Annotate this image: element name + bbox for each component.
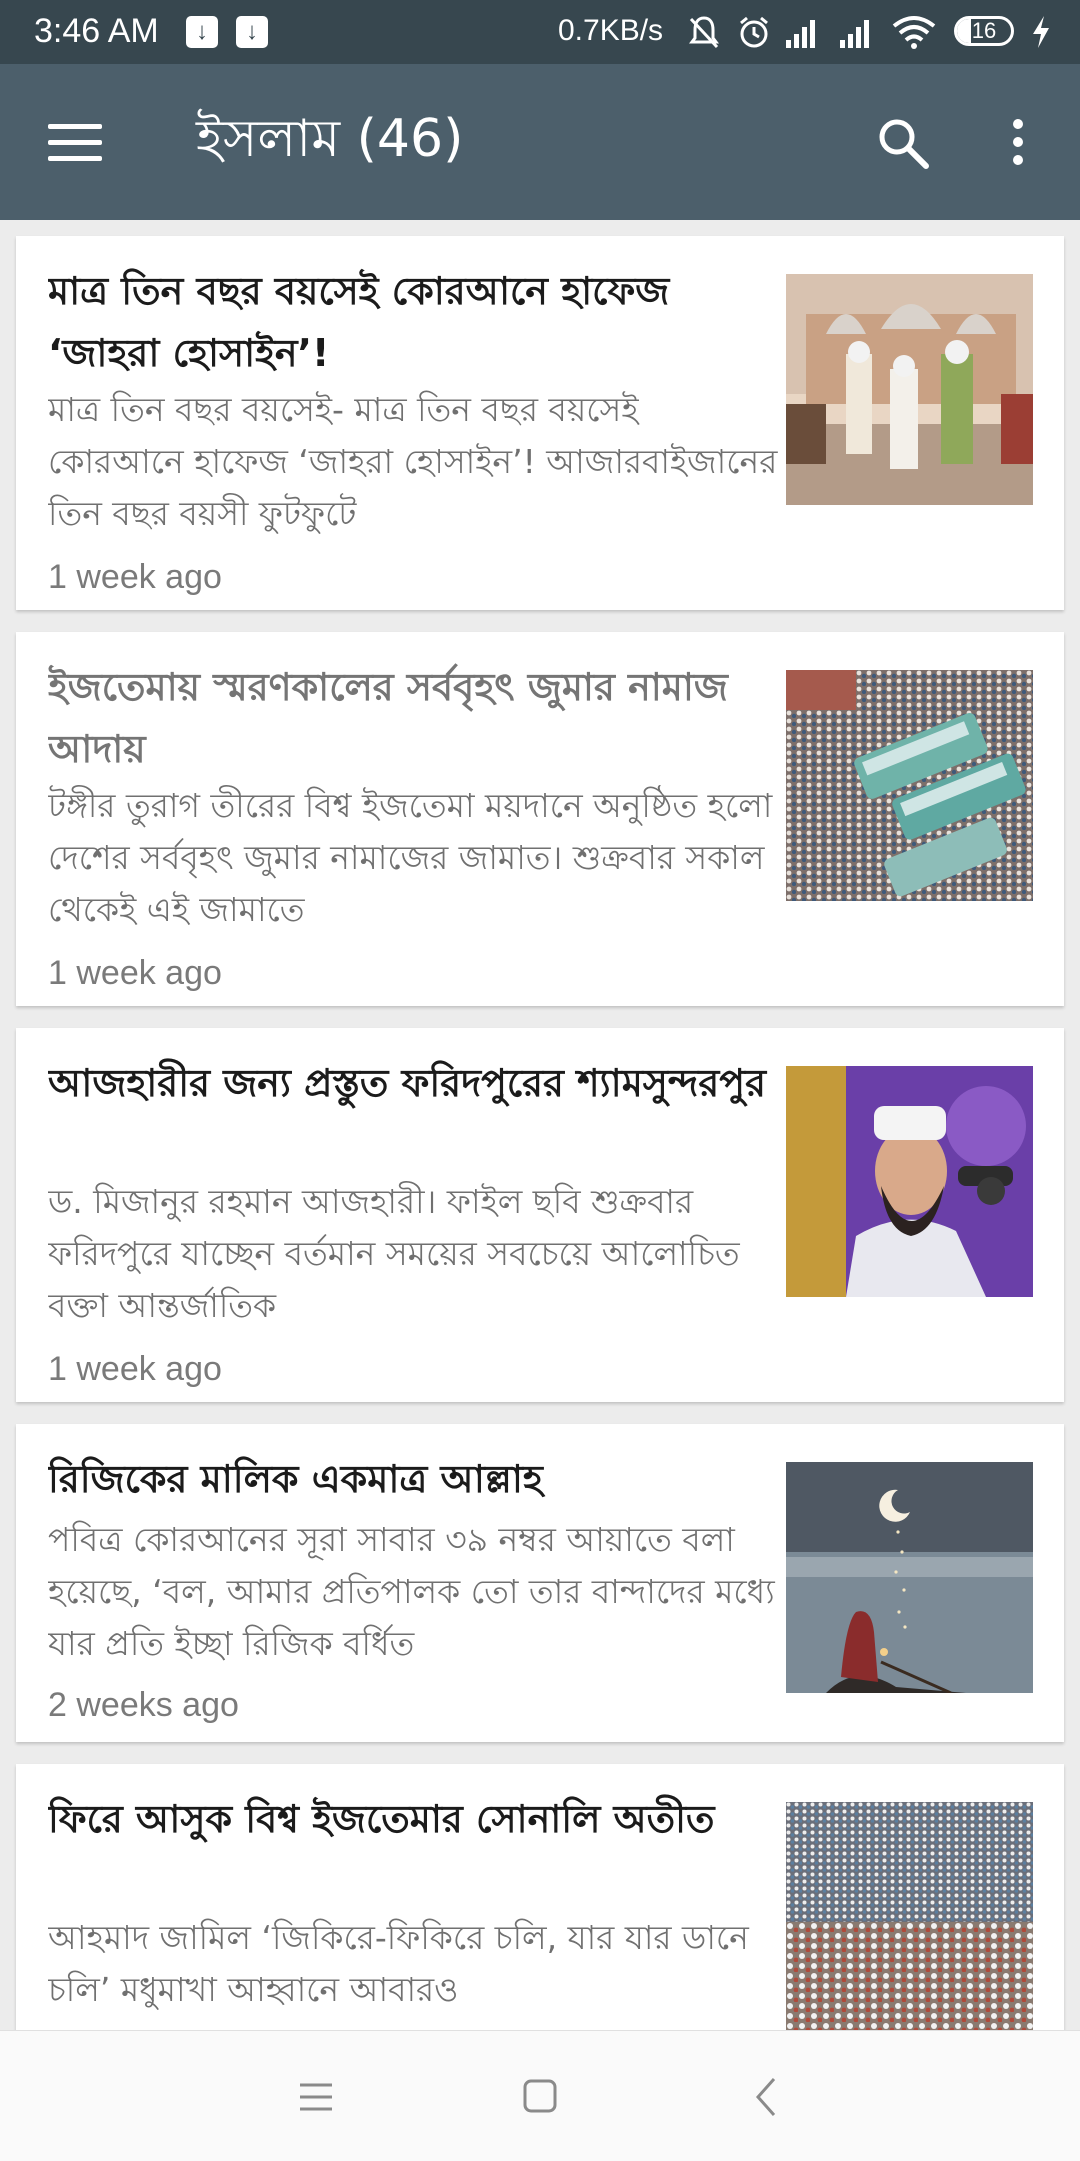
download-icon: ↓ — [186, 16, 218, 48]
alarm-icon — [740, 16, 768, 48]
status-time: 3:46 AM — [34, 12, 159, 50]
article-excerpt: টঙ্গীর তুরাগ তীরের বিশ্ব ইজতেমা ময়দানে … — [48, 786, 773, 929]
home-icon[interactable] — [510, 2069, 570, 2125]
battery-level: 16 — [971, 18, 997, 43]
article-excerpt: আহমাদ জামিল ‘জিকিরে-ফিকিরে চলি, যার যার … — [48, 1918, 749, 2009]
article-thumbnail[interactable] — [786, 1802, 1033, 2030]
article-card[interactable]: ইজতেমায় স্মরণকালের সর্ববৃহৎ জুমার নামাজ… — [16, 632, 1064, 1006]
article-list: মাত্র তিন বছর বয়সেই কোরআনে হাফেজ ‘জাহরা… — [0, 220, 1080, 2030]
menu-icon[interactable] — [48, 116, 104, 168]
article-time: 2 weeks ago — [48, 1686, 239, 1724]
wifi-icon — [892, 16, 936, 49]
more-vert-icon[interactable] — [1000, 112, 1036, 176]
article-excerpt: ড. মিজানুর রহমান আজহারী। ফাইল ছবি শুক্রব… — [48, 1182, 740, 1325]
search-icon[interactable] — [874, 114, 934, 174]
article-excerpt: মাত্র তিন বছর বয়সেই- মাত্র তিন বছর বয়স… — [48, 390, 778, 533]
download-icon: ↓ — [236, 16, 268, 48]
article-card[interactable]: রিজিকের মালিক একমাত্র আল্লাহ পবিত্র কোরআ… — [16, 1424, 1064, 1742]
article-headline[interactable]: রিজিকের মালিক একমাত্র আল্লাহ — [48, 1448, 778, 1510]
network-speed: 0.7KB/s — [558, 14, 664, 47]
article-card[interactable]: মাত্র তিন বছর বয়সেই কোরআনে হাফেজ ‘জাহরা… — [16, 236, 1064, 610]
recents-icon[interactable] — [286, 2069, 346, 2125]
article-time: 1 week ago — [48, 954, 222, 992]
system-nav-bar — [0, 2030, 1080, 2161]
article-thumbnail[interactable] — [786, 1066, 1033, 1297]
app-bar: ইসলাম (46) — [0, 64, 1080, 220]
article-card[interactable]: আজহারীর জন্য প্রস্তুত ফরিদপুরের শ্যামসুন… — [16, 1028, 1064, 1402]
article-headline[interactable]: মাত্র তিন বছর বয়সেই কোরআনে হাফেজ ‘জাহরা… — [48, 260, 778, 384]
battery-indicator: 16 — [954, 16, 1014, 46]
page-title: ইসলাম (46) — [196, 109, 464, 169]
status-bar: 3:46 AM ↓ ↓ 0.7KB/s 16 — [0, 0, 1080, 64]
article-time: 1 week ago — [48, 558, 222, 596]
article-thumbnail[interactable] — [786, 1462, 1033, 1693]
article-headline[interactable]: আজহারীর জন্য প্রস্তুত ফরিদপুরের শ্যামসুন… — [48, 1052, 778, 1176]
article-thumbnail[interactable] — [786, 670, 1033, 901]
article-headline[interactable]: ইজতেমায় স্মরণকালের সর্ববৃহৎ জুমার নামাজ… — [48, 656, 778, 780]
signal-icon — [786, 20, 815, 48]
charging-icon — [1033, 16, 1049, 48]
article-headline[interactable]: ফিরে আসুক বিশ্ব ইজতেমার সোনালি অতীত — [48, 1788, 778, 1912]
back-icon[interactable] — [738, 2069, 798, 2125]
article-time: 1 week ago — [48, 1350, 222, 1388]
article-thumbnail[interactable] — [786, 274, 1033, 505]
signal-icon — [840, 20, 869, 48]
article-card[interactable]: ফিরে আসুক বিশ্ব ইজতেমার সোনালি অতীত আহমা… — [16, 1764, 1064, 2030]
mute-icon — [689, 16, 719, 49]
article-excerpt: পবিত্র কোরআনের সূরা সাবার ৩৯ নম্বর আয়াত… — [48, 1520, 775, 1663]
